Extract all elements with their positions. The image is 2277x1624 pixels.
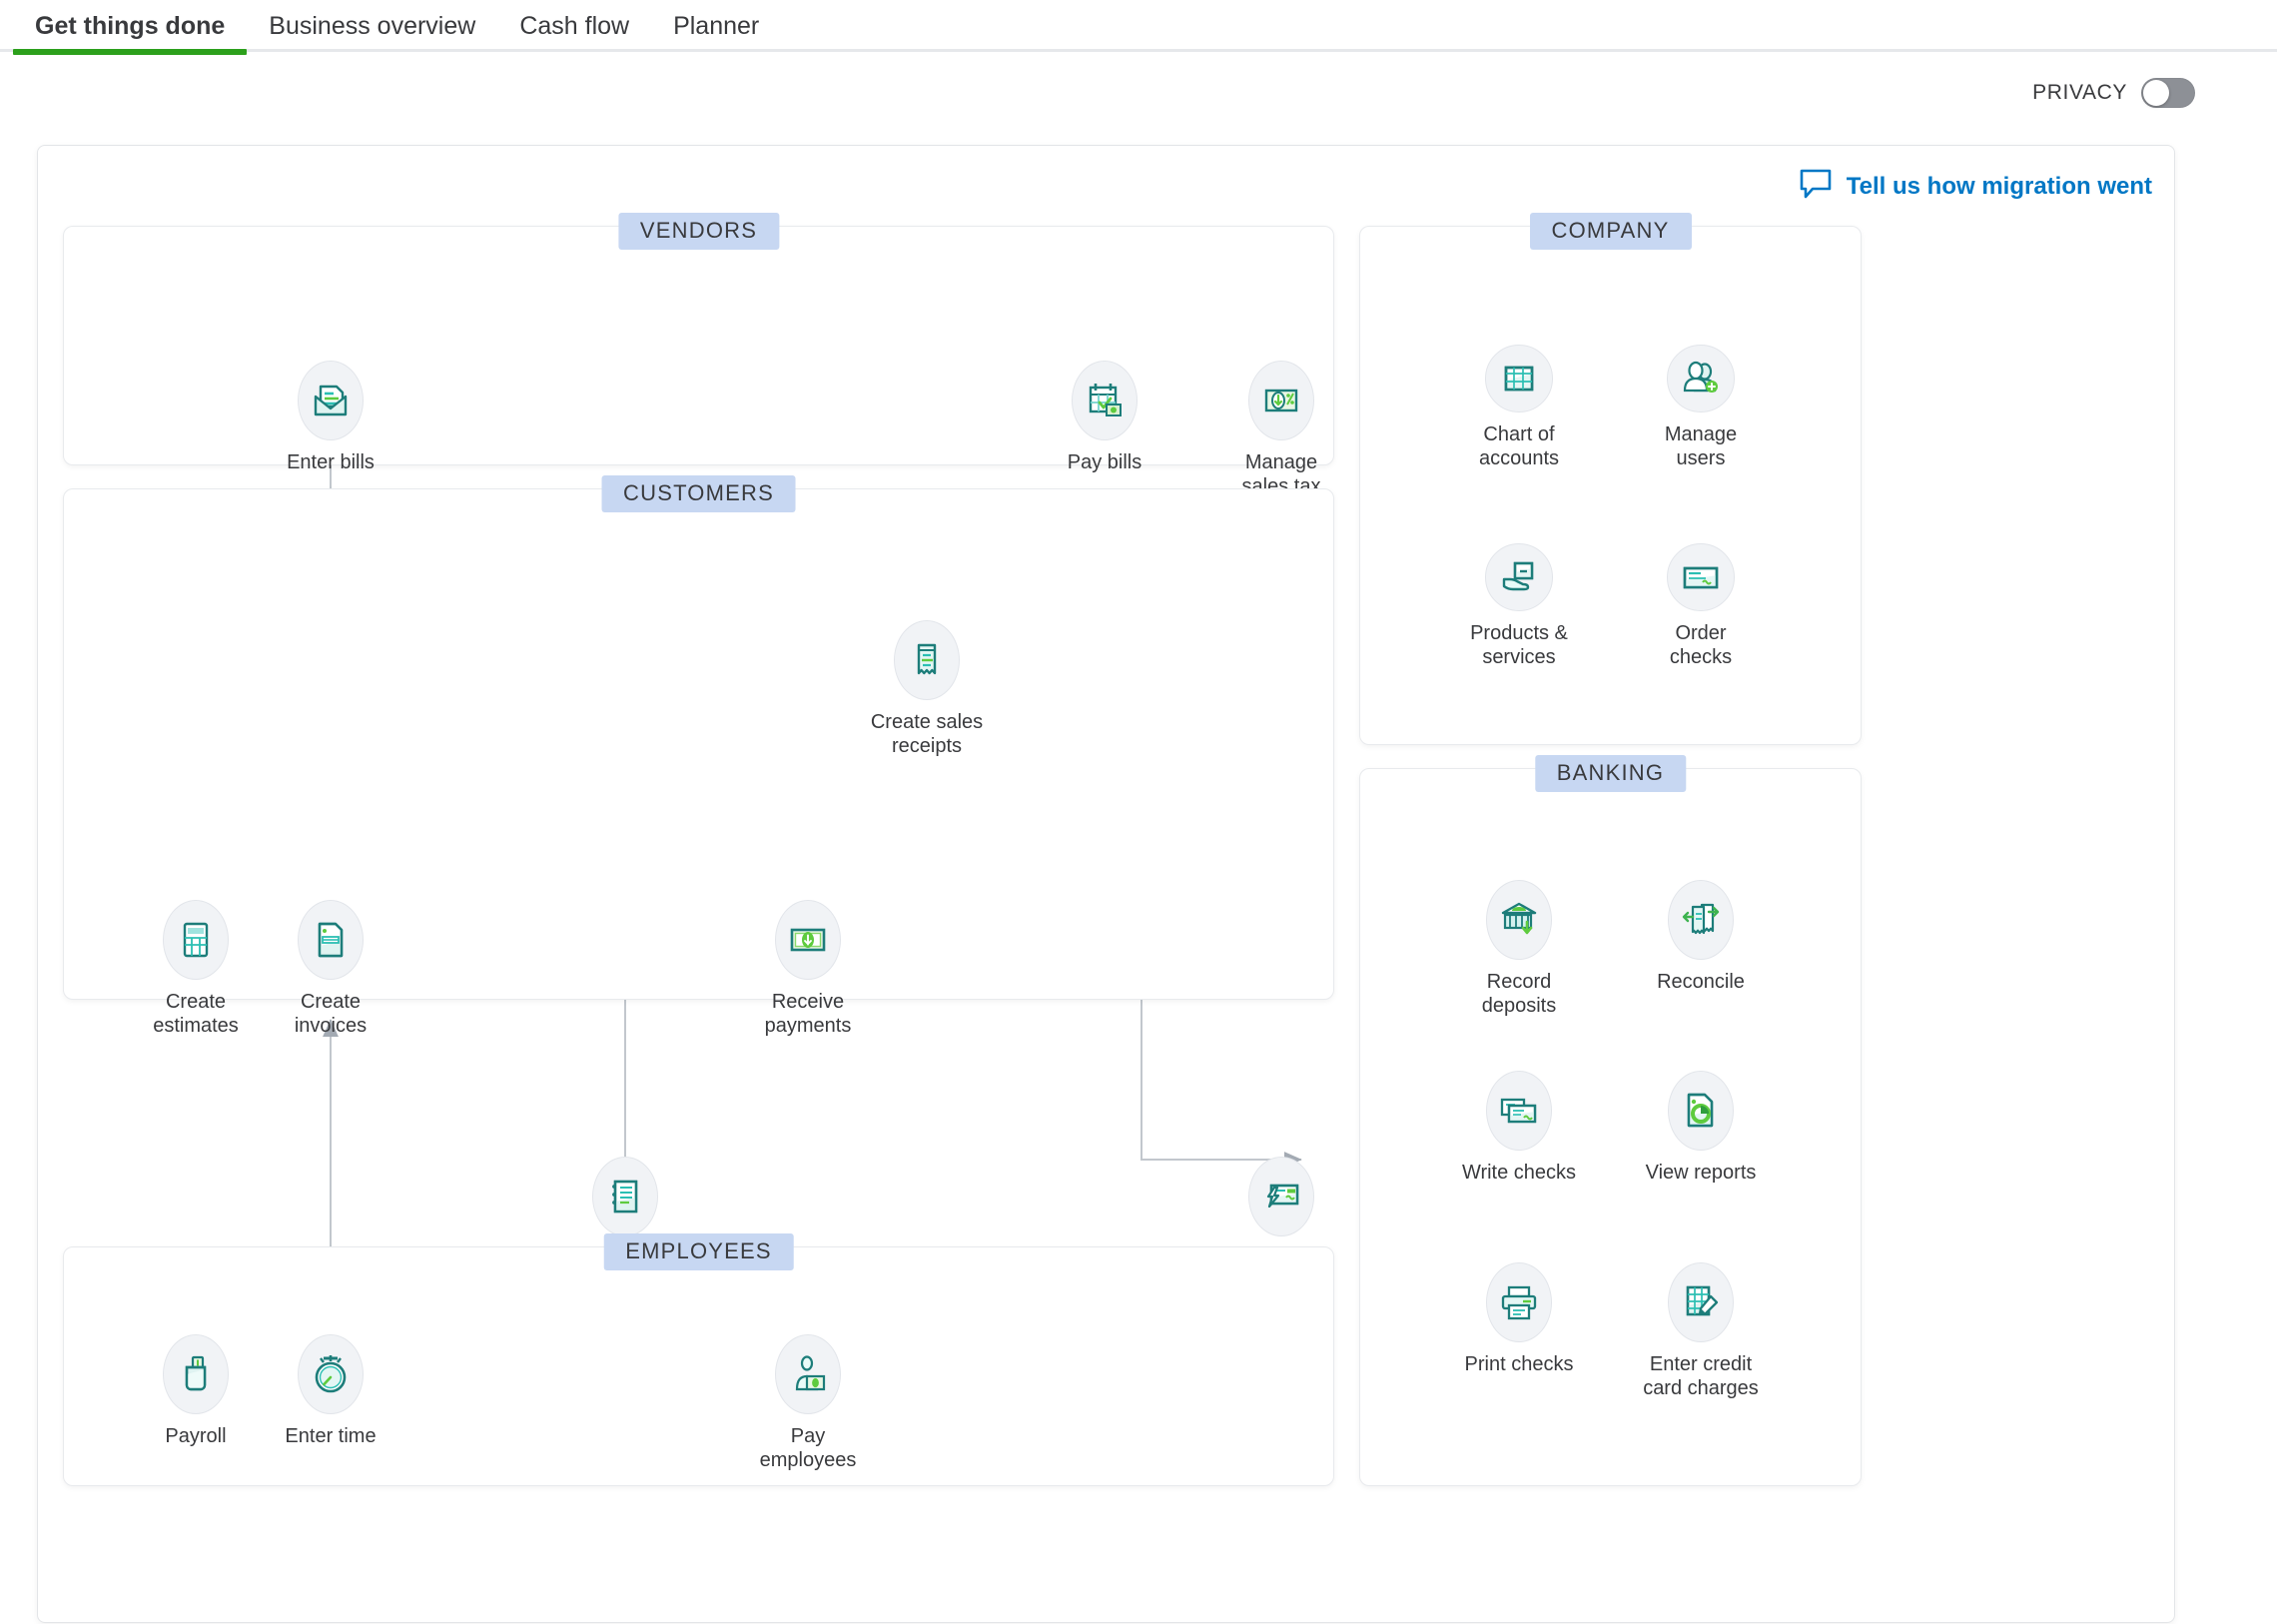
tab-list: Get things done Business overview Cash f… — [13, 0, 781, 46]
action-label: Enter time — [285, 1424, 376, 1448]
pay-employees-icon — [775, 1334, 841, 1414]
tab-cash-flow[interactable]: Cash flow — [497, 0, 651, 46]
create-invoices-icon — [298, 900, 364, 980]
action-label: Write checks — [1462, 1161, 1576, 1185]
action-manage-sales-tax[interactable]: Manage sales tax — [1191, 361, 1371, 498]
action-receive-payments[interactable]: Receive payments — [718, 900, 898, 1038]
enter-bills-icon — [298, 361, 364, 440]
action-label: Receive payments — [765, 990, 852, 1038]
action-label: View reports — [1646, 1161, 1757, 1185]
pay-bills-icon — [1072, 361, 1138, 440]
tell-us-how-migration-went-link[interactable]: Tell us how migration went — [1799, 168, 2152, 205]
panel-title-company: COMPANY — [1529, 213, 1691, 250]
action-pay-employees[interactable]: Pay employees — [718, 1334, 898, 1472]
privacy-control: PRIVACY — [2032, 78, 2195, 108]
privacy-toggle-knob — [2143, 80, 2169, 106]
receive-payments-icon — [775, 900, 841, 980]
enter-credit-card-charges-icon — [1668, 1262, 1734, 1342]
action-label: Enter credit card charges — [1643, 1352, 1759, 1400]
action-order-checks[interactable]: Order checks — [1611, 543, 1791, 669]
action-label: Print checks — [1465, 1352, 1574, 1376]
action-label: Create estimates — [153, 990, 239, 1038]
action-label: Manage users — [1665, 422, 1737, 470]
privacy-toggle[interactable] — [2141, 78, 2195, 108]
action-label: Chart of accounts — [1479, 422, 1559, 470]
payroll-icon — [163, 1334, 229, 1414]
tab-get-things-done[interactable]: Get things done — [13, 0, 247, 46]
panel-title-banking: BANKING — [1535, 755, 1686, 792]
workflow-card: Tell us how migration went — [37, 145, 2175, 1623]
products-services-icon — [1485, 543, 1553, 611]
action-write-checks[interactable]: Write checks — [1429, 1071, 1609, 1185]
tab-planner[interactable]: Planner — [651, 0, 781, 46]
action-label: Order checks — [1670, 621, 1732, 669]
action-print-checks[interactable]: Print checks — [1429, 1262, 1609, 1376]
panel-title-customers: CUSTOMERS — [601, 475, 796, 512]
reconcile-icon — [1668, 880, 1734, 960]
top-tab-bar: Get things done Business overview Cash f… — [0, 0, 2277, 52]
action-label: Record deposits — [1482, 970, 1557, 1018]
speech-bubble-icon — [1799, 168, 1833, 205]
privacy-label: PRIVACY — [2032, 81, 2127, 105]
tab-label: Planner — [673, 12, 759, 40]
action-label: Payroll — [165, 1424, 226, 1448]
action-create-sales-receipts[interactable]: Create sales receipts — [837, 620, 1017, 758]
action-products-services[interactable]: Products & services — [1429, 543, 1609, 669]
action-reconcile[interactable]: Reconcile — [1611, 880, 1791, 994]
manage-users-icon — [1667, 345, 1735, 412]
create-statements-icon — [592, 1157, 658, 1236]
print-checks-icon — [1486, 1262, 1552, 1342]
action-enter-credit-card-charges[interactable]: Enter credit card charges — [1611, 1262, 1791, 1400]
action-label: Pay employees — [760, 1424, 857, 1472]
tab-label: Business overview — [269, 12, 475, 40]
action-label: Pay bills — [1068, 450, 1141, 474]
tab-label: Get things done — [35, 12, 225, 40]
create-sales-receipts-icon — [894, 620, 960, 700]
action-enter-time[interactable]: Enter time — [241, 1334, 420, 1448]
enter-time-icon — [298, 1334, 364, 1414]
active-tab-underline — [13, 49, 247, 55]
action-enter-bills[interactable]: Enter bills — [241, 361, 420, 474]
tab-business-overview[interactable]: Business overview — [247, 0, 497, 46]
write-checks-icon — [1486, 1071, 1552, 1151]
action-label: Reconcile — [1657, 970, 1745, 994]
action-manage-users[interactable]: Manage users — [1611, 345, 1791, 470]
action-record-deposits[interactable]: Record deposits — [1429, 880, 1609, 1018]
create-estimates-icon — [163, 900, 229, 980]
action-create-invoices[interactable]: Create invoices — [241, 900, 420, 1038]
record-deposits-icon — [1486, 880, 1552, 960]
migration-link-label: Tell us how migration went — [1847, 173, 2152, 201]
order-checks-icon — [1667, 543, 1735, 611]
action-pay-bills[interactable]: Pay bills — [1015, 361, 1194, 474]
action-label: Enter bills — [287, 450, 375, 474]
panel-title-vendors: VENDORS — [618, 213, 779, 250]
returns-credits-icon — [1248, 1157, 1314, 1236]
action-label: Products & services — [1470, 621, 1568, 669]
chart-of-accounts-icon — [1485, 345, 1553, 412]
action-view-reports[interactable]: View reports — [1611, 1071, 1791, 1185]
action-label: Create sales receipts — [871, 710, 983, 758]
tab-label: Cash flow — [519, 12, 629, 40]
view-reports-icon — [1668, 1071, 1734, 1151]
action-label: Create invoices — [295, 990, 367, 1038]
manage-sales-tax-icon — [1248, 361, 1314, 440]
panel-title-employees: EMPLOYEES — [603, 1233, 794, 1270]
action-chart-of-accounts[interactable]: Chart of accounts — [1429, 345, 1609, 470]
